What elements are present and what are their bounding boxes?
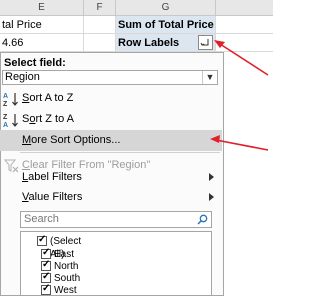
checkbox[interactable] xyxy=(37,234,47,246)
menu-value-filters[interactable]: Value Filters xyxy=(0,187,222,208)
search-placeholder: Search xyxy=(24,213,59,225)
cell-e2[interactable]: 4.66 xyxy=(0,34,84,52)
cell-e1[interactable]: tal Price xyxy=(0,16,84,34)
select-field-label: Select field: xyxy=(4,57,66,69)
cell-f1[interactable] xyxy=(84,16,116,34)
checkbox[interactable] xyxy=(41,247,51,259)
cell-h1[interactable] xyxy=(216,16,273,34)
svg-text:A: A xyxy=(3,93,8,100)
checkbox[interactable] xyxy=(41,259,51,271)
menu-more-sort-options-label: More Sort Options... xyxy=(22,134,121,146)
filter-value-list: (Select All) East North South West xyxy=(20,231,212,296)
menu-label-filters-label: Label Filters xyxy=(22,171,82,183)
select-field-dropdown[interactable]: Region ▼ xyxy=(2,70,218,85)
submenu-arrow-icon xyxy=(209,173,214,181)
menu-sort-a-to-z[interactable]: A Z Sort A to Z xyxy=(0,88,222,109)
menu-sort-z-to-a[interactable]: Z A Sort Z to A xyxy=(0,109,222,130)
svg-text:A: A xyxy=(3,122,8,128)
chevron-down-icon[interactable]: ▼ xyxy=(202,71,217,84)
menu-sort-a-to-z-label: Sort A to Z xyxy=(22,92,74,104)
sort-a-to-z-icon: A Z xyxy=(3,93,18,107)
menu-separator xyxy=(20,152,220,153)
menu-more-sort-options[interactable]: More Sort Options... xyxy=(0,130,222,151)
menu-sort-z-to-a-label: Sort Z to A xyxy=(22,113,74,125)
cell-h2[interactable] xyxy=(216,34,273,52)
svg-text:Z: Z xyxy=(3,101,8,107)
submenu-arrow-icon xyxy=(209,193,214,201)
checkbox-label: West xyxy=(54,285,77,296)
filter-dropdown-icon xyxy=(200,39,209,46)
menu-label-filters[interactable]: Label Filters xyxy=(0,167,222,188)
sort-z-to-a-icon: Z A xyxy=(3,114,18,128)
pivot-values-header[interactable]: Sum of Total Price xyxy=(116,16,216,34)
checkbox[interactable] xyxy=(41,283,51,295)
selected-field-value: Region xyxy=(5,71,40,83)
cell-f2[interactable] xyxy=(84,34,116,52)
column-header-f[interactable]: F xyxy=(84,0,116,16)
menu-value-filters-label: Value Filters xyxy=(22,191,83,203)
search-icon xyxy=(197,214,208,225)
column-header-g[interactable]: G xyxy=(116,0,216,16)
checkbox[interactable] xyxy=(41,271,51,283)
search-input[interactable]: Search xyxy=(20,211,212,228)
column-header-e[interactable]: E xyxy=(0,0,84,16)
svg-text:Z: Z xyxy=(3,114,8,121)
column-header-blank xyxy=(216,0,273,16)
row-labels-filter-button[interactable] xyxy=(198,35,213,50)
